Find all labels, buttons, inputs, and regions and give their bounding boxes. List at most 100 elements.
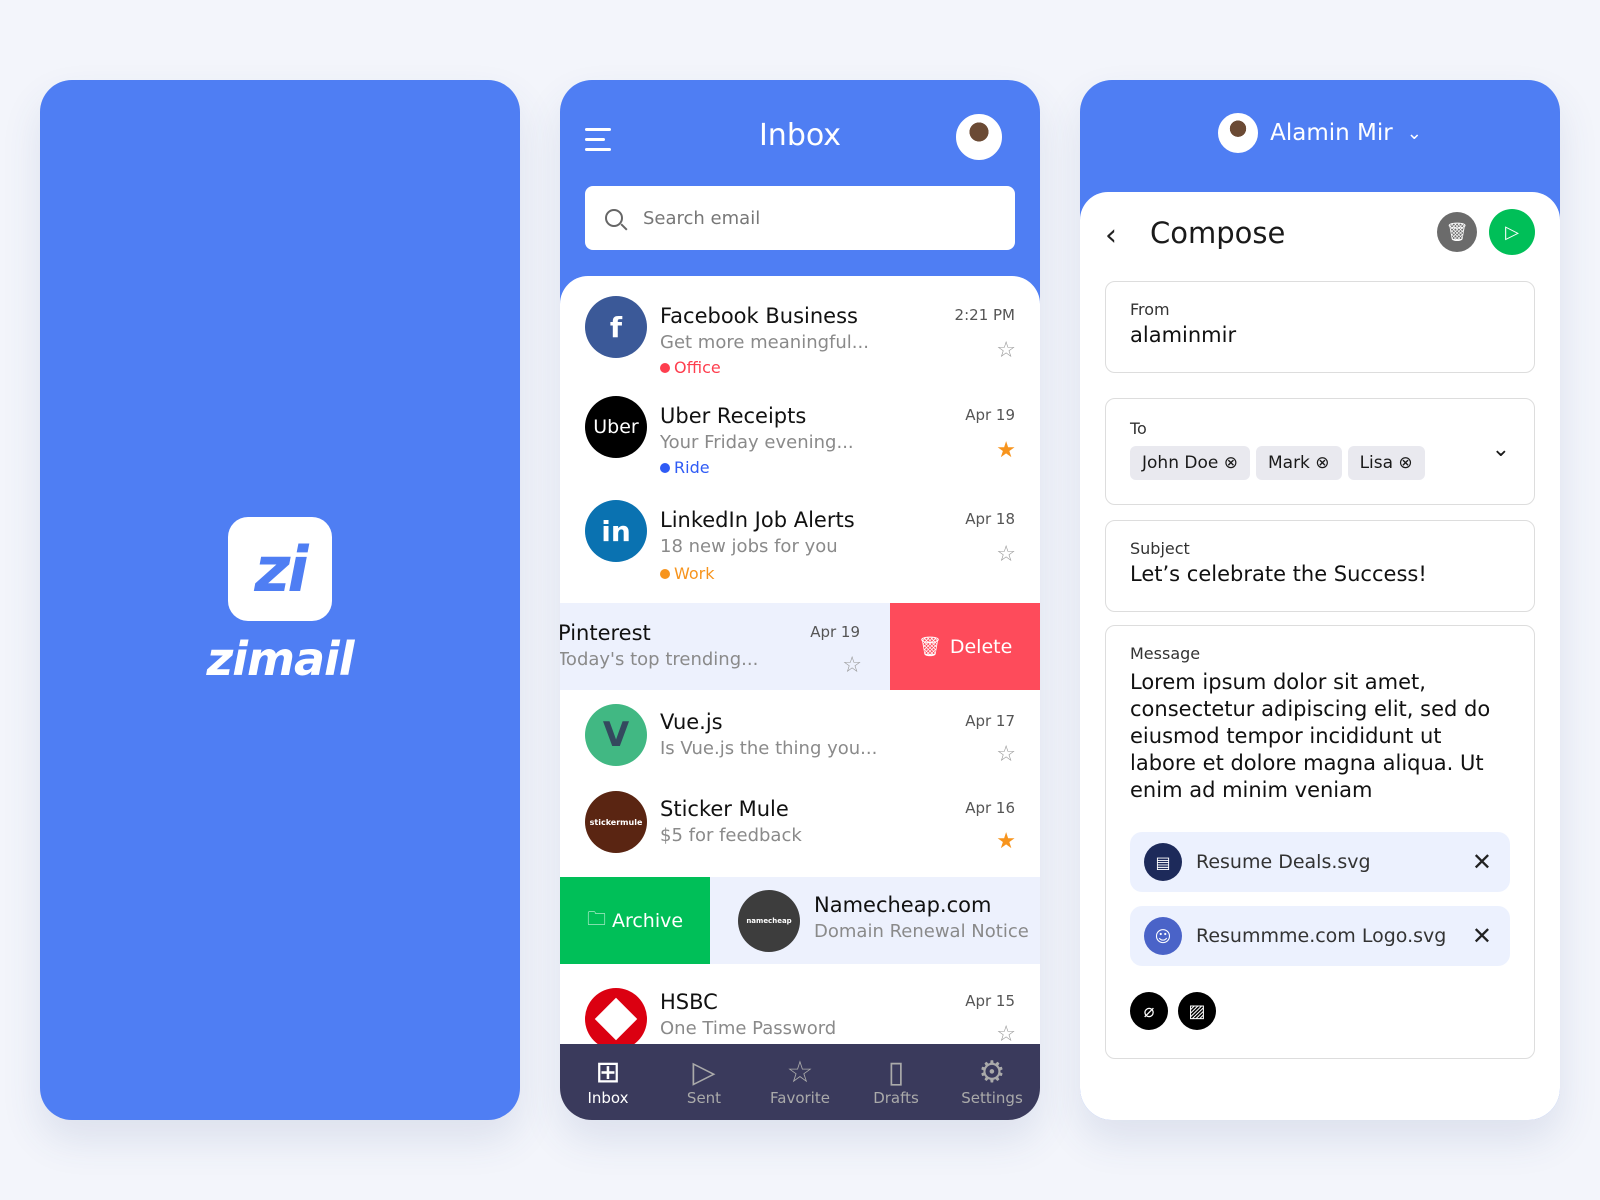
splash-screen: zi zimail (40, 80, 520, 1120)
date: Apr 15 (965, 992, 1015, 1010)
recipient-chip[interactable]: Lisa ⊗ (1347, 446, 1425, 480)
email-row[interactable]: in LinkedIn Job Alerts 18 new jobs for y… (560, 500, 1040, 600)
sender: Sticker Mule (660, 797, 789, 821)
star-filled-icon[interactable]: ★ (996, 438, 1016, 463)
from-field[interactable]: From alaminmir (1105, 281, 1535, 373)
to-label: To (1130, 419, 1147, 438)
subject-label: Subject (1130, 539, 1190, 558)
hsbc-avatar (585, 988, 647, 1044)
star-icon: ☆ (786, 1055, 814, 1090)
grid-icon: ⊞ (595, 1055, 621, 1090)
to-field[interactable]: To John Doe ⊗ Mark ⊗ Lisa ⊗ ⌄ (1105, 398, 1535, 505)
tag: Ride (660, 458, 710, 477)
recipient-chip[interactable]: Mark ⊗ (1255, 446, 1342, 480)
date: Apr 16 (965, 799, 1015, 817)
close-icon[interactable]: ✕ (1472, 848, 1492, 876)
compose-screen: Alamin Mir ⌄ ‹ Compose 🗑 ▷ From alaminmir … (1080, 80, 1560, 1120)
trash-icon: 🗑 (917, 636, 942, 658)
email-row-swiped[interactable]: 🗀 Archive namecheap Namecheap.com Domain … (560, 877, 1040, 964)
star-icon[interactable]: ☆ (996, 338, 1016, 363)
recipient-chip[interactable]: John Doe ⊗ (1130, 446, 1250, 480)
user-icon: ☺ (1144, 917, 1182, 955)
back-icon[interactable]: ‹ (1105, 218, 1117, 253)
file-icon: ▤ (1144, 843, 1182, 881)
search-placeholder: Search email (643, 207, 761, 229)
message-label: Message (1130, 644, 1201, 663)
account-switcher[interactable]: Alamin Mir ⌄ (1080, 113, 1560, 153)
archive-button[interactable]: 🗀 Archive (560, 877, 710, 964)
message-field[interactable]: Message Lorem ipsum dolor sit amet, conse… (1105, 625, 1535, 1059)
date: Apr 19 (965, 406, 1015, 424)
delete-button[interactable]: 🗑 Delete (890, 603, 1040, 690)
date: Apr 19 (810, 623, 860, 641)
from-value: alaminmir (1130, 323, 1237, 347)
preview: $5 for feedback (660, 825, 802, 846)
from-label: From (1130, 300, 1170, 319)
subject-value: Let’s celebrate the Success! (1130, 562, 1427, 586)
email-list: f Facebook Business Get more meaningful.… (560, 276, 1040, 1044)
nav-drafts[interactable]: ▯ Drafts (851, 1055, 941, 1108)
brand-name: zimail (206, 632, 354, 686)
bottom-nav: ⊞ Inbox ▷ Sent ☆ Favorite ▯ Drafts ⚙ Settings (560, 1044, 1040, 1120)
gear-icon: ⚙ (978, 1055, 1006, 1090)
message-body[interactable]: Lorem ipsum dolor sit amet, consectetur … (1130, 669, 1510, 804)
sender: Uber Receipts (660, 404, 807, 428)
preview: One Time Password (660, 1018, 837, 1039)
preview: Get more meaningful... (660, 332, 869, 353)
folder-icon: 🗀 (586, 907, 606, 930)
star-filled-icon[interactable]: ★ (996, 829, 1016, 854)
delete-draft-button[interactable]: 🗑 (1437, 212, 1477, 252)
sender: Namecheap.com (814, 893, 992, 917)
nav-settings[interactable]: ⚙ Settings (947, 1055, 1037, 1108)
star-icon[interactable]: ☆ (996, 1022, 1016, 1044)
image-file-icon[interactable]: ▨ (1178, 992, 1216, 1030)
facebook-avatar: f (585, 296, 647, 358)
sender: Vue.js (660, 710, 723, 734)
date: Apr 17 (965, 712, 1015, 730)
email-row[interactable]: Uber Uber Receipts Your Friday evening..… (560, 396, 1040, 496)
avatar[interactable] (956, 114, 1002, 160)
subject-field[interactable]: Subject Let’s celebrate the Success! (1105, 520, 1535, 612)
star-icon[interactable]: ☆ (996, 742, 1016, 767)
email-row-swiped[interactable]: Pinterest Today's top trending... Apr 19… (560, 603, 1040, 690)
nav-favorite[interactable]: ☆ Favorite (755, 1055, 845, 1108)
vue-avatar: V (585, 704, 647, 766)
send-button[interactable]: ▷ (1489, 209, 1535, 255)
search-input[interactable]: Search email (585, 186, 1015, 250)
send-icon: ▷ (1505, 221, 1519, 243)
page-title: Compose (1150, 216, 1286, 250)
trash-icon: 🗑 (1445, 221, 1469, 243)
preview: Today's top trending... (560, 649, 759, 670)
email-row[interactable]: stickermule Sticker Mule $5 for feedback… (560, 791, 1040, 891)
delete-label: Delete (949, 635, 1013, 658)
sender: LinkedIn Job Alerts (660, 508, 855, 532)
attachment[interactable]: ▤ Resume Deals.svg ✕ (1130, 832, 1510, 892)
date: 2:21 PM (954, 306, 1015, 324)
preview: Your Friday evening... (660, 432, 854, 453)
user-name: Alamin Mir (1270, 120, 1393, 146)
tag: Work (660, 564, 715, 583)
preview: Is Vue.js the thing you... (660, 738, 878, 759)
avatar (1218, 113, 1259, 153)
chevron-down-icon: ⌄ (1406, 122, 1422, 144)
date: Apr 18 (965, 510, 1015, 528)
sender: HSBC (660, 990, 718, 1014)
star-icon[interactable]: ☆ (842, 653, 862, 678)
nav-sent[interactable]: ▷ Sent (659, 1057, 749, 1108)
attachment[interactable]: ☺ Resummme.com Logo.svg ✕ (1130, 906, 1510, 966)
stickermule-avatar: stickermule (585, 791, 647, 853)
chevron-down-icon[interactable]: ⌄ (1492, 437, 1510, 462)
close-icon[interactable]: ✕ (1472, 922, 1492, 950)
email-row[interactable]: f Facebook Business Get more meaningful.… (560, 296, 1040, 396)
tag: Office (660, 358, 721, 377)
email-row[interactable]: HSBC One Time Password Apr 15 ☆ (560, 976, 1040, 1044)
uber-avatar: Uber (585, 396, 647, 458)
paperclip-icon[interactable]: ⌀ (1130, 992, 1168, 1030)
sender: Facebook Business (660, 304, 858, 328)
document-icon: ▯ (887, 1055, 905, 1090)
preview: Domain Renewal Notice (814, 921, 1029, 942)
email-row[interactable]: V Vue.js Is Vue.js the thing you... Apr … (560, 704, 1040, 804)
inbox-screen: Inbox Search email f Facebook Business G… (560, 80, 1040, 1120)
star-icon[interactable]: ☆ (996, 542, 1016, 567)
nav-inbox[interactable]: ⊞ Inbox (563, 1055, 653, 1108)
